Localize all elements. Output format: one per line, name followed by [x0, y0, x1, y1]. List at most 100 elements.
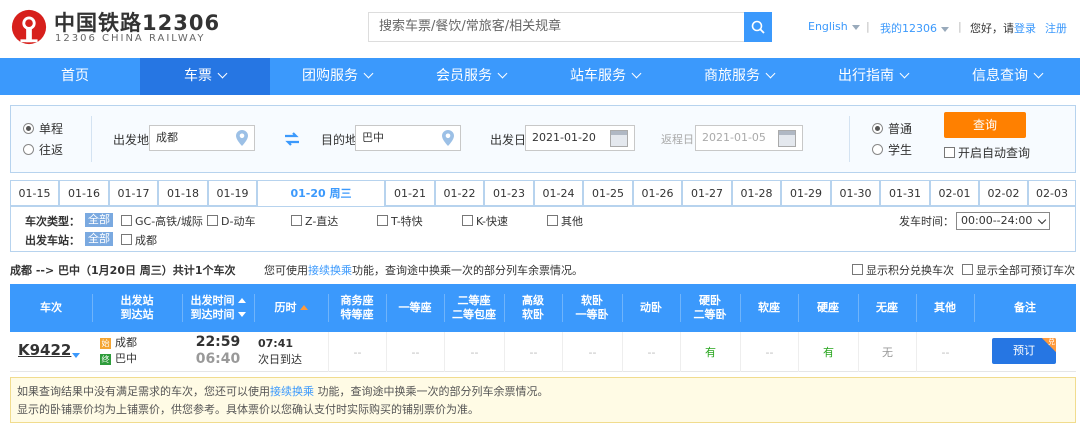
train-type-all[interactable]: 全部	[85, 213, 121, 227]
date-tab[interactable]: 01-15	[10, 180, 59, 206]
round-trip-radio[interactable]: 往返	[23, 141, 63, 158]
all-tag[interactable]: 全部	[85, 232, 113, 246]
soft-seat-cell: --	[740, 332, 798, 372]
th-second: 二等座 二等包座	[444, 284, 504, 332]
passenger-normal-radio[interactable]: 普通	[872, 120, 912, 137]
nav-home[interactable]: 首页	[10, 58, 140, 95]
th-times[interactable]: 出发时间 到达时间	[182, 284, 254, 332]
nav-tickets[interactable]: 车票	[140, 58, 270, 95]
login-links: 您好，请登录 注册	[970, 20, 1067, 36]
station-all[interactable]: 全部	[85, 232, 121, 246]
nav-group-service[interactable]: 团购服务	[270, 58, 404, 95]
to-station[interactable]: 终巴中	[100, 351, 137, 367]
date-tab[interactable]: 01-23	[484, 180, 534, 206]
header-label: 二等包座	[452, 308, 496, 321]
type-k-checkbox[interactable]: K-快速	[462, 213, 508, 229]
date-tab[interactable]: 01-28	[732, 180, 781, 206]
calendar-icon[interactable]	[778, 130, 796, 147]
to-value: 巴中	[362, 131, 384, 144]
train-code-link[interactable]: K9422	[18, 341, 71, 359]
th-no-seat: 无座	[858, 284, 916, 332]
to-station-input[interactable]: 巴中	[355, 125, 461, 151]
depart-date-input[interactable]: 2021-01-20	[525, 125, 635, 151]
query-button[interactable]: 查询	[944, 112, 1026, 138]
sort-down-icon[interactable]	[237, 312, 246, 317]
my12306-label[interactable]: 我的12306	[880, 22, 937, 35]
book-button[interactable]: 预订 兑	[992, 338, 1056, 364]
checkbox-icon	[121, 215, 132, 226]
expand-stops-icon[interactable]	[72, 353, 80, 358]
auto-query-checkbox[interactable]: 开启自动查询	[944, 144, 1030, 161]
from-station-name[interactable]: 成都	[115, 336, 137, 349]
transfer-link[interactable]: 接续换乘	[308, 264, 352, 277]
language-switch[interactable]: English	[808, 20, 860, 33]
second-seat-cell: --	[444, 332, 504, 372]
nav-station-service[interactable]: 站车服务	[538, 58, 672, 95]
register-link[interactable]: 注册	[1045, 22, 1067, 35]
show-points-checkbox[interactable]: 显示积分兑换车次	[852, 262, 954, 278]
results-table-header: 车次 出发站 到达站 出发时间 到达时间 历时 商务座 特等座 一等座 二等座 二等包座…	[10, 284, 1076, 332]
sort-up-icon[interactable]	[237, 298, 246, 303]
date-tab[interactable]: 02-02	[979, 180, 1028, 206]
date-tab[interactable]: 02-01	[930, 180, 979, 206]
date-tab[interactable]: 01-31	[880, 180, 930, 206]
show-all-checkbox[interactable]: 显示全部可预订车次	[962, 262, 1075, 278]
swap-stations-icon[interactable]	[284, 132, 300, 146]
date-tab[interactable]: 01-24	[534, 180, 583, 206]
one-way-radio[interactable]: 单程	[23, 120, 63, 137]
language-label[interactable]: English	[808, 20, 848, 33]
site-search-button[interactable]	[744, 12, 772, 42]
date-tab-selected[interactable]: 01-20 周三	[257, 180, 385, 208]
sort-up-icon[interactable]	[299, 305, 308, 310]
radio-icon	[872, 144, 883, 155]
depart-date-label: 出发日	[490, 133, 527, 147]
hard-seat-cell[interactable]: 有	[798, 332, 858, 372]
calendar-icon[interactable]	[610, 130, 628, 147]
date-tab[interactable]: 01-27	[682, 180, 732, 206]
from-station-input[interactable]: 成都	[149, 125, 255, 151]
my12306-menu[interactable]: 我的12306	[880, 20, 949, 36]
date-tab[interactable]: 01-29	[781, 180, 831, 206]
date-tab[interactable]: 01-18	[158, 180, 208, 206]
nav-travel-guide[interactable]: 出行指南	[806, 58, 940, 95]
return-date-input[interactable]: 2021-01-05	[695, 125, 803, 151]
nav-label: 站车服务	[570, 68, 626, 84]
type-t-checkbox[interactable]: T-特快	[377, 213, 423, 229]
nav-info-query[interactable]: 信息查询	[940, 58, 1074, 95]
date-tab[interactable]: 01-25	[583, 180, 633, 206]
date-tab[interactable]: 01-22	[435, 180, 484, 206]
nav-business-service[interactable]: 商旅服务	[672, 58, 806, 95]
date-tab[interactable]: 01-26	[633, 180, 682, 206]
china-railway-logo-icon[interactable]	[10, 8, 48, 46]
to-label: 目的地	[321, 133, 358, 147]
nav-member-service[interactable]: 会员服务	[404, 58, 538, 95]
notice-transfer-link[interactable]: 接续换乘	[270, 385, 314, 398]
th-hard-seat: 硬座	[798, 284, 858, 332]
type-other-checkbox[interactable]: 其他	[547, 213, 583, 229]
header-label: 无座	[876, 301, 898, 314]
date-tab[interactable]: 01-30	[831, 180, 880, 206]
first-seat-cell: --	[386, 332, 444, 372]
date-tab[interactable]: 01-21	[385, 180, 435, 206]
station-chengdu-checkbox[interactable]: 成都	[121, 232, 157, 248]
depart-time-select[interactable]: 00:00--24:00	[956, 212, 1050, 230]
date-tab[interactable]: 01-16	[59, 180, 109, 206]
site-search-input[interactable]: 搜索车票/餐饮/常旅客/相关规章	[368, 12, 744, 42]
th-stations: 出发站 到达站	[92, 284, 182, 332]
hard-sleeper-cell[interactable]: 有	[680, 332, 740, 372]
date-tab[interactable]: 01-19	[208, 180, 257, 206]
divider: |	[866, 20, 870, 33]
type-d-checkbox[interactable]: D-动车	[207, 213, 255, 229]
type-gc-checkbox[interactable]: GC-高铁/城际	[121, 213, 203, 229]
from-station[interactable]: 始成都	[100, 335, 137, 351]
type-z-checkbox[interactable]: Z-直达	[291, 213, 338, 229]
all-tag[interactable]: 全部	[85, 213, 113, 227]
checkbox-icon	[547, 215, 558, 226]
passenger-student-radio[interactable]: 学生	[872, 141, 912, 158]
login-link[interactable]: 登录	[1014, 22, 1036, 35]
to-station-name[interactable]: 巴中	[115, 352, 137, 365]
date-tab[interactable]: 02-03	[1028, 180, 1076, 206]
date-tab[interactable]: 01-17	[109, 180, 158, 206]
th-duration[interactable]: 历时	[254, 284, 328, 332]
header-label: 到达时间	[190, 308, 235, 321]
